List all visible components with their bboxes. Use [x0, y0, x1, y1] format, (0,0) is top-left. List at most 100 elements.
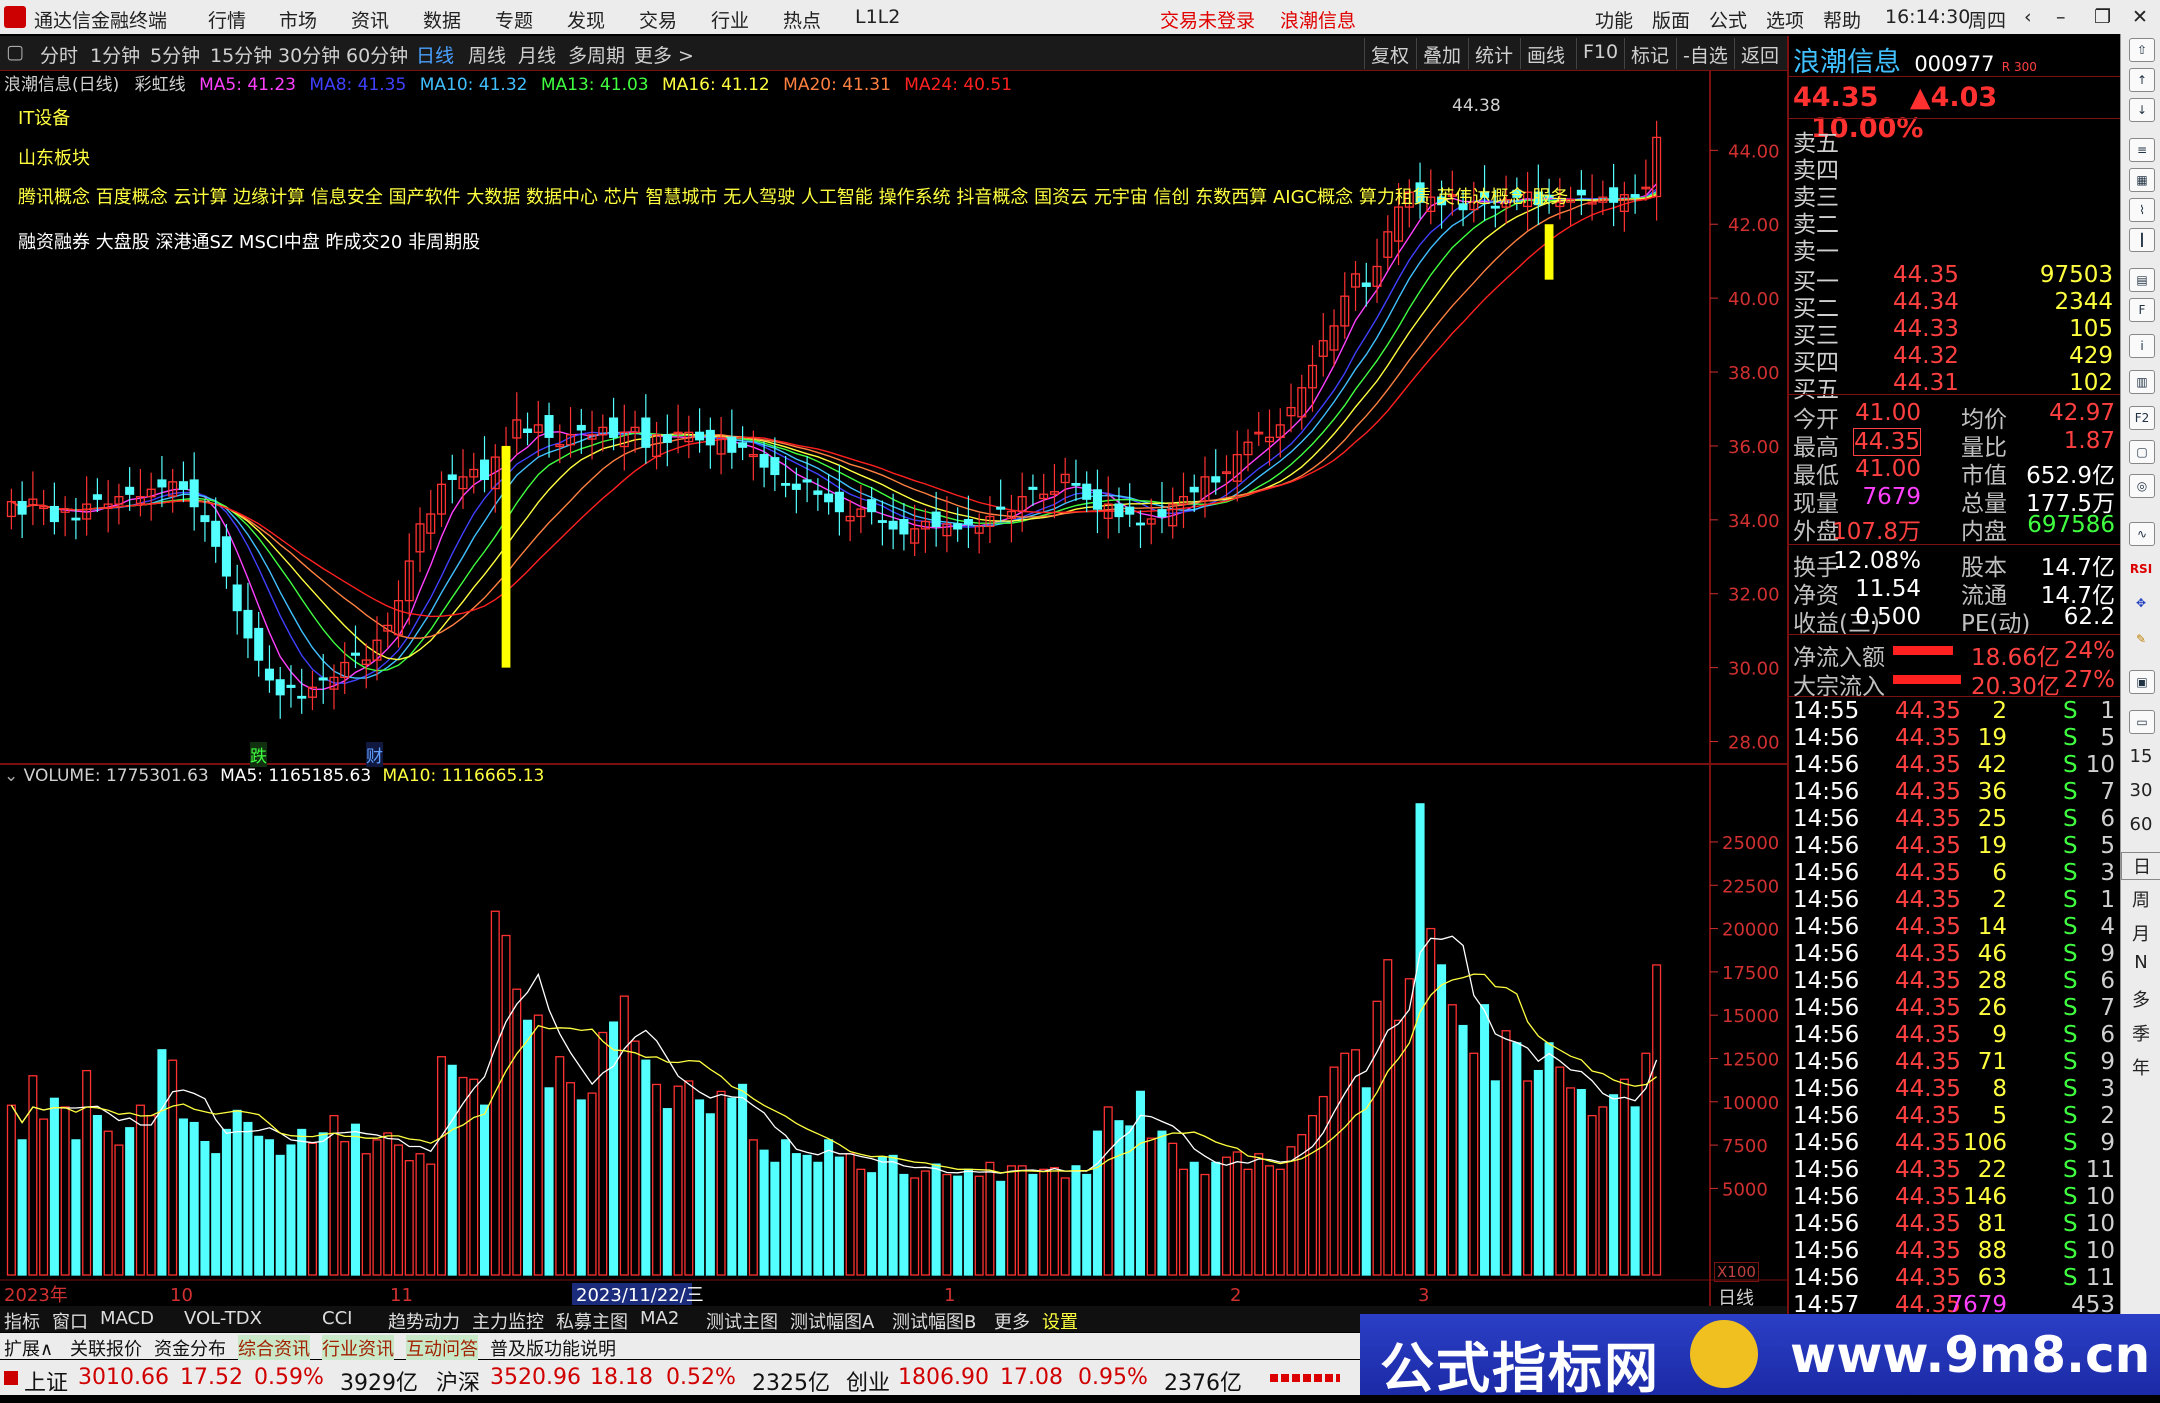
- volume-bar[interactable]: [189, 1121, 199, 1276]
- volume-bar[interactable]: [576, 1099, 586, 1276]
- volume-bar[interactable]: [221, 1128, 231, 1276]
- cy-index-name[interactable]: 创业: [846, 1365, 890, 1397]
- candle-body[interactable]: [1211, 476, 1221, 483]
- indicator-tab[interactable]: VOL-TDX: [184, 1308, 262, 1329]
- menu-trade[interactable]: 交易: [639, 6, 677, 33]
- volume-bar[interactable]: [1469, 1052, 1479, 1276]
- grid-icon[interactable]: ▤: [2129, 268, 2155, 292]
- volume-bar[interactable]: [447, 1064, 457, 1276]
- volume-bar[interactable]: [598, 1031, 608, 1276]
- volume-bar[interactable]: [845, 1153, 855, 1276]
- volume-toggle-icon[interactable]: ⌄: [4, 766, 18, 786]
- minimize-icon[interactable]: –: [2056, 6, 2066, 28]
- volume-bar[interactable]: [856, 1168, 866, 1276]
- volume-bar[interactable]: [1652, 964, 1662, 1276]
- volume-bar[interactable]: [1146, 1137, 1156, 1276]
- indicator-label[interactable]: 彩虹线: [135, 75, 186, 95]
- volume-bar[interactable]: [1566, 1087, 1576, 1276]
- volume-bar[interactable]: [1351, 1049, 1361, 1276]
- volume-bar[interactable]: [1576, 1089, 1586, 1276]
- candle-body[interactable]: [254, 627, 264, 661]
- volume-bar[interactable]: [211, 1153, 221, 1276]
- up-arrow-icon[interactable]: ⇧: [2129, 38, 2155, 62]
- volume-bar[interactable]: [824, 1139, 834, 1276]
- candle-body[interactable]: [1071, 483, 1081, 486]
- btn-f10[interactable]: F10: [1576, 38, 1624, 69]
- bid-price[interactable]: 44.33: [1893, 316, 1959, 342]
- candle-body[interactable]: [963, 518, 973, 525]
- volume-bar[interactable]: [1437, 964, 1447, 1276]
- volume-bar[interactable]: [350, 1123, 361, 1276]
- table-icon[interactable]: ▦: [2129, 168, 2155, 192]
- volume-bar[interactable]: [985, 1161, 995, 1276]
- candle-body[interactable]: [824, 493, 834, 503]
- indicator-tab[interactable]: MACD: [100, 1308, 154, 1329]
- candle-body[interactable]: [953, 523, 963, 530]
- tab-period-monthly[interactable]: 月线: [518, 41, 556, 68]
- candle-body[interactable]: [17, 500, 27, 515]
- candle-body[interactable]: [49, 505, 59, 523]
- candle-body[interactable]: [802, 479, 812, 483]
- side-period-multi[interactable]: 多: [2121, 986, 2160, 1012]
- candle-body[interactable]: [1576, 189, 1586, 196]
- login-status[interactable]: 交易未登录: [1160, 6, 1255, 33]
- info-icon[interactable]: i: [2129, 334, 2155, 358]
- bid-price[interactable]: 44.35: [1893, 262, 1959, 288]
- candle-body[interactable]: [1157, 509, 1167, 518]
- volume-bar[interactable]: [71, 1139, 81, 1276]
- volume-bar[interactable]: [1426, 927, 1436, 1276]
- volume-bar[interactable]: [1060, 1177, 1070, 1276]
- volume-bar[interactable]: [1447, 1004, 1457, 1276]
- volume-bar[interactable]: [264, 1139, 274, 1276]
- indicator-tab[interactable]: 更多: [994, 1308, 1030, 1334]
- volume-bar[interactable]: [114, 1144, 124, 1276]
- volume-bar[interactable]: [1049, 1166, 1059, 1276]
- candle-body[interactable]: [1114, 503, 1124, 518]
- volume-bar[interactable]: [6, 1104, 16, 1276]
- volume-bar[interactable]: [39, 1118, 49, 1276]
- volume-bar[interactable]: [307, 1142, 317, 1276]
- volume-bar[interactable]: [942, 1173, 952, 1276]
- indicator-tab[interactable]: 指标: [4, 1308, 40, 1334]
- menu-options[interactable]: 选项: [1766, 6, 1804, 33]
- candle-body[interactable]: [996, 506, 1006, 510]
- side-period-60[interactable]: 60: [2121, 814, 2160, 835]
- volume-bar[interactable]: [178, 1118, 188, 1276]
- volume-bar[interactable]: [1458, 1024, 1468, 1276]
- volume-bar[interactable]: [1555, 1066, 1565, 1276]
- btn-mark[interactable]: 标记: [1624, 38, 1675, 69]
- candle-body[interactable]: [834, 491, 844, 513]
- side-period-season[interactable]: 季: [2121, 1020, 2160, 1046]
- volume-bar[interactable]: [1200, 1173, 1210, 1276]
- candle-body[interactable]: [1092, 489, 1102, 510]
- volume-bar[interactable]: [383, 1132, 393, 1276]
- volume-bar[interactable]: [60, 1106, 70, 1276]
- info-tab[interactable]: 扩展∧: [4, 1335, 53, 1361]
- pen-icon[interactable]: ✎: [2129, 628, 2153, 650]
- info-tab[interactable]: 综合资讯: [238, 1335, 310, 1361]
- volume-bar[interactable]: [1114, 1120, 1124, 1276]
- candle-body[interactable]: [221, 536, 231, 577]
- rsi-icon[interactable]: RSI: [2129, 558, 2153, 580]
- indicator-tab[interactable]: 测试幅图A: [790, 1308, 874, 1334]
- tab-period-60min[interactable]: 60分钟: [346, 41, 408, 68]
- btn-return[interactable]: 返回: [1734, 38, 1785, 69]
- volume-bar[interactable]: [1490, 1080, 1500, 1276]
- volume-bar[interactable]: [426, 1163, 436, 1276]
- volume-bar[interactable]: [1587, 1114, 1597, 1276]
- tab-more[interactable]: 更多 >: [634, 41, 694, 68]
- candle-body[interactable]: [92, 494, 102, 500]
- circle-icon[interactable]: ◎: [2129, 474, 2155, 498]
- candle-body[interactable]: [243, 609, 253, 639]
- volume-bar[interactable]: [469, 1078, 479, 1276]
- kline-icon[interactable]: ┃: [2129, 228, 2155, 252]
- side-period-30[interactable]: 30: [2121, 780, 2160, 801]
- volume-bar[interactable]: [630, 1040, 640, 1276]
- volume-bar[interactable]: [297, 1128, 307, 1276]
- candle-body[interactable]: [232, 584, 242, 612]
- volume-bar[interactable]: [641, 1059, 651, 1276]
- btn-draw[interactable]: 画线: [1520, 38, 1571, 69]
- volume-bar[interactable]: [1619, 1078, 1629, 1276]
- candle-body[interactable]: [791, 483, 801, 490]
- volume-bar[interactable]: [1544, 1042, 1554, 1276]
